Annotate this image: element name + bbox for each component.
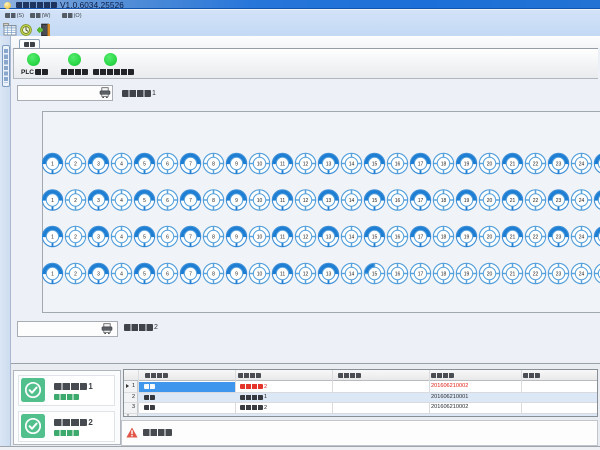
- svg-text:10: 10: [257, 271, 263, 277]
- svg-text:22: 22: [533, 161, 539, 167]
- svg-text:7: 7: [189, 271, 192, 277]
- svg-text:1: 1: [51, 271, 54, 277]
- svg-text:9: 9: [235, 271, 238, 277]
- svg-text:15: 15: [372, 234, 378, 240]
- svg-text:8: 8: [212, 198, 215, 204]
- svg-text:20: 20: [487, 234, 493, 240]
- svg-text:4: 4: [120, 198, 123, 204]
- svg-text:1: 1: [51, 198, 54, 204]
- svg-text:12: 12: [303, 161, 309, 167]
- svg-text:13: 13: [326, 271, 332, 277]
- svg-text:1: 1: [51, 234, 54, 240]
- svg-text:18: 18: [441, 198, 447, 204]
- svg-text:19: 19: [464, 161, 470, 167]
- svg-text:6: 6: [166, 198, 169, 204]
- svg-text:4: 4: [120, 161, 123, 167]
- svg-text:23: 23: [556, 271, 562, 277]
- svg-text:16: 16: [395, 161, 401, 167]
- svg-text:22: 22: [533, 198, 539, 204]
- svg-text:3: 3: [97, 234, 100, 240]
- svg-text:17: 17: [418, 234, 424, 240]
- svg-text:11: 11: [280, 198, 285, 204]
- svg-text:5: 5: [143, 198, 146, 204]
- svg-text:7: 7: [189, 234, 192, 240]
- svg-text:18: 18: [441, 161, 447, 167]
- svg-text:19: 19: [464, 198, 470, 204]
- svg-text:11: 11: [280, 161, 285, 167]
- svg-text:14: 14: [349, 198, 355, 204]
- svg-text:21: 21: [510, 271, 516, 277]
- svg-text:5: 5: [143, 234, 146, 240]
- svg-text:24: 24: [579, 198, 585, 204]
- svg-text:5: 5: [143, 271, 146, 277]
- svg-text:1: 1: [51, 161, 54, 167]
- svg-text:2: 2: [74, 161, 77, 167]
- svg-text:14: 14: [349, 271, 355, 277]
- svg-text:4: 4: [120, 234, 123, 240]
- svg-text:18: 18: [441, 271, 447, 277]
- svg-text:13: 13: [326, 198, 332, 204]
- svg-text:17: 17: [418, 271, 424, 277]
- svg-text:8: 8: [212, 271, 215, 277]
- svg-text:21: 21: [510, 234, 516, 240]
- svg-text:20: 20: [487, 271, 493, 277]
- svg-text:3: 3: [97, 161, 100, 167]
- svg-text:2: 2: [74, 234, 77, 240]
- svg-text:16: 16: [395, 198, 401, 204]
- svg-text:10: 10: [257, 234, 263, 240]
- svg-text:14: 14: [349, 234, 355, 240]
- svg-text:15: 15: [372, 271, 378, 277]
- svg-text:10: 10: [257, 198, 263, 204]
- svg-text:12: 12: [303, 198, 309, 204]
- svg-text:8: 8: [212, 234, 215, 240]
- svg-text:24: 24: [579, 234, 585, 240]
- svg-text:17: 17: [418, 161, 424, 167]
- svg-text:12: 12: [303, 234, 309, 240]
- svg-text:17: 17: [418, 198, 424, 204]
- svg-text:15: 15: [372, 161, 378, 167]
- svg-text:18: 18: [441, 234, 447, 240]
- svg-text:21: 21: [510, 161, 516, 167]
- svg-text:20: 20: [487, 161, 493, 167]
- svg-text:21: 21: [510, 198, 516, 204]
- svg-text:23: 23: [556, 198, 562, 204]
- svg-text:2: 2: [74, 198, 77, 204]
- svg-text:2: 2: [74, 271, 77, 277]
- svg-text:19: 19: [464, 234, 470, 240]
- svg-text:11: 11: [280, 271, 285, 277]
- svg-text:20: 20: [487, 198, 493, 204]
- svg-text:3: 3: [97, 198, 100, 204]
- svg-text:16: 16: [395, 271, 401, 277]
- svg-text:14: 14: [349, 161, 355, 167]
- svg-text:9: 9: [235, 198, 238, 204]
- svg-text:3: 3: [97, 271, 100, 277]
- svg-text:22: 22: [533, 234, 539, 240]
- svg-text:6: 6: [166, 271, 169, 277]
- svg-text:13: 13: [326, 161, 332, 167]
- svg-text:10: 10: [257, 161, 263, 167]
- svg-text:24: 24: [579, 271, 585, 277]
- svg-text:15: 15: [372, 198, 378, 204]
- svg-text:12: 12: [303, 271, 309, 277]
- svg-text:19: 19: [464, 271, 470, 277]
- svg-text:23: 23: [556, 161, 562, 167]
- svg-text:6: 6: [166, 161, 169, 167]
- svg-text:24: 24: [579, 161, 585, 167]
- svg-text:6: 6: [166, 234, 169, 240]
- svg-text:7: 7: [189, 198, 192, 204]
- svg-text:9: 9: [235, 161, 238, 167]
- svg-text:16: 16: [395, 234, 401, 240]
- svg-text:7: 7: [189, 161, 192, 167]
- svg-text:8: 8: [212, 161, 215, 167]
- svg-text:11: 11: [280, 234, 285, 240]
- svg-text:13: 13: [326, 234, 332, 240]
- svg-text:22: 22: [533, 271, 539, 277]
- svg-text:9: 9: [235, 234, 238, 240]
- svg-text:5: 5: [143, 161, 146, 167]
- svg-text:4: 4: [120, 271, 123, 277]
- svg-text:23: 23: [556, 234, 562, 240]
